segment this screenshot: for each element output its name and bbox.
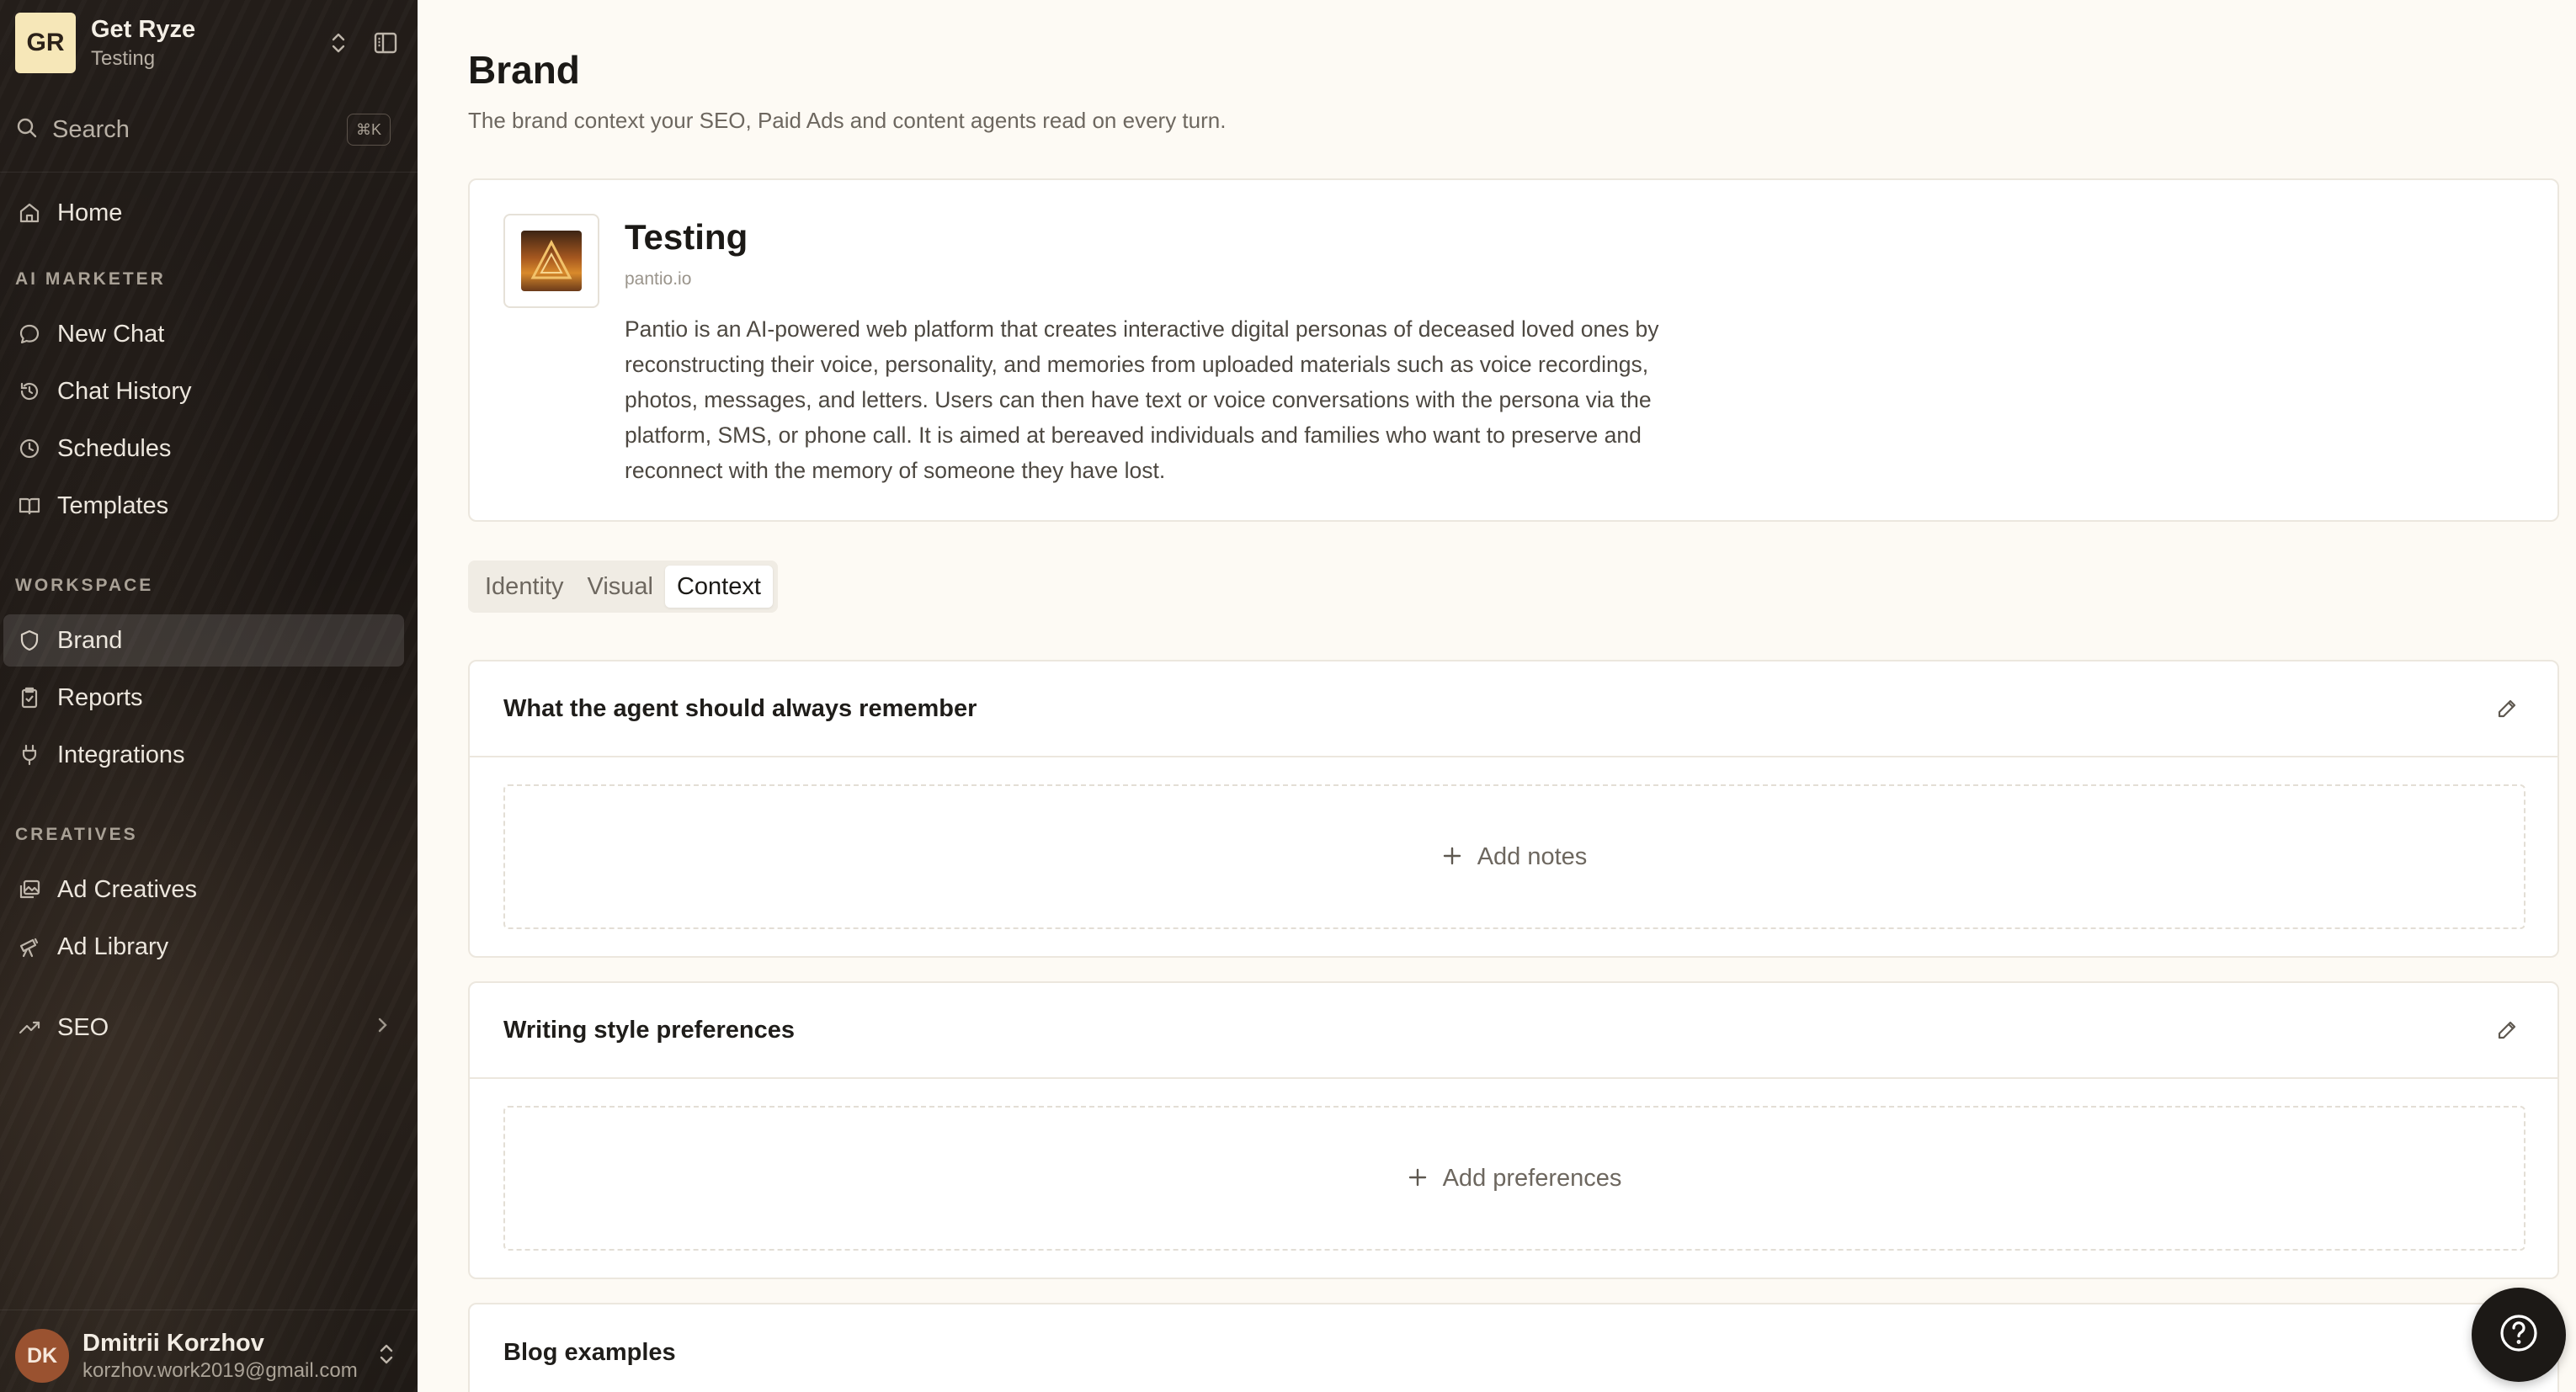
sidebar-item-ad-creatives[interactable]: Ad Creatives — [3, 863, 404, 916]
section-label-creatives: CREATIVES — [15, 825, 138, 844]
sidebar-item-label: SEO — [57, 1013, 109, 1041]
search-button[interactable]: Search ⌘K — [15, 109, 391, 150]
images-icon — [15, 875, 44, 904]
telescope-icon — [15, 932, 44, 961]
section-writing-style: Writing style preferences Add preference… — [468, 981, 2559, 1279]
plug-icon — [15, 741, 44, 769]
tab-visual[interactable]: Visual — [576, 566, 665, 608]
clipboard-check-icon — [15, 683, 44, 712]
chevron-up-down-icon[interactable] — [322, 26, 355, 60]
pencil-icon[interactable] — [2490, 1013, 2524, 1047]
brand-description: Pantio is an AI-powered web platform tha… — [625, 316, 1659, 483]
divider — [0, 172, 418, 173]
avatar: DK — [15, 1329, 69, 1383]
add-preferences-button[interactable]: Add preferences — [503, 1106, 2525, 1251]
tab-identity[interactable]: Identity — [473, 566, 576, 608]
page-subtitle: The brand context your SEO, Paid Ads and… — [468, 108, 1227, 133]
chevron-up-down-icon — [375, 1342, 397, 1371]
book-open-icon — [15, 491, 44, 520]
section-agent-memory: What the agent should always remember Ad… — [468, 660, 2559, 958]
sidebar-item-ad-library[interactable]: Ad Library — [3, 921, 404, 973]
add-notes-button[interactable]: Add notes — [503, 784, 2525, 929]
plus-icon — [1408, 1162, 1428, 1195]
history-icon — [15, 377, 44, 406]
workspace-subtitle: Testing — [91, 46, 156, 70]
shield-icon — [15, 626, 44, 655]
sidebar-item-home[interactable]: Home — [3, 187, 404, 239]
pencil-icon[interactable] — [2490, 692, 2524, 725]
search-label: Search — [52, 115, 130, 143]
chevron-right-icon — [374, 1014, 391, 1042]
sidebar-item-label: Brand — [57, 626, 123, 654]
chat-bubble-icon — [15, 320, 44, 348]
brand-domain: pantio.io — [625, 269, 692, 289]
section-title: Writing style preferences — [503, 1016, 795, 1044]
section-label-ai-marketer: AI MARKETER — [15, 269, 166, 289]
sidebar-item-label: Reports — [57, 683, 143, 711]
sidebar-toggle-icon[interactable] — [369, 26, 402, 60]
section-label-workspace: WORKSPACE — [15, 576, 154, 595]
sidebar-item-label: Integrations — [57, 741, 185, 768]
sidebar-item-label: Templates — [57, 491, 169, 519]
sidebar-item-reports[interactable]: Reports — [3, 672, 404, 724]
search-icon — [15, 116, 39, 144]
workspace-avatar: GR — [15, 13, 76, 73]
add-preferences-label: Add preferences — [1442, 1164, 1622, 1192]
brand-logo — [503, 214, 599, 308]
brand-tabs: Identity Visual Context — [468, 561, 778, 613]
user-email: korzhov.work2019@gmail.com — [82, 1358, 358, 1382]
help-button[interactable] — [2472, 1288, 2566, 1382]
add-notes-label: Add notes — [1477, 842, 1588, 870]
sidebar-item-chat-history[interactable]: Chat History — [3, 365, 404, 417]
search-shortcut: ⌘K — [347, 114, 391, 146]
page-title: Brand — [468, 48, 580, 92]
help-circle-icon — [2497, 1311, 2541, 1359]
sidebar-item-new-chat[interactable]: New Chat — [3, 308, 404, 360]
sidebar-item-label: Ad Library — [57, 932, 169, 960]
sidebar-item-label: Ad Creatives — [57, 875, 198, 903]
trending-up-icon — [15, 1013, 44, 1042]
brand-name: Testing — [625, 217, 748, 257]
plus-icon — [1442, 841, 1462, 874]
sidebar-item-templates[interactable]: Templates — [3, 480, 404, 532]
sidebar-item-brand[interactable]: Brand — [3, 614, 404, 667]
home-icon — [15, 199, 44, 227]
sidebar-item-schedules[interactable]: Schedules — [3, 422, 404, 475]
section-title: Blog examples — [503, 1338, 676, 1366]
sidebar: GR Get Ryze Testing Search ⌘K Home AI MA… — [0, 0, 418, 1392]
sidebar-item-label: New Chat — [57, 320, 165, 348]
user-name: Dmitrii Korzhov — [82, 1329, 264, 1357]
sidebar-item-integrations[interactable]: Integrations — [3, 729, 404, 781]
workspace-name: Get Ryze — [91, 15, 196, 43]
tab-context[interactable]: Context — [664, 566, 773, 608]
main-content: Brand The brand context your SEO, Paid A… — [418, 0, 2576, 1392]
user-menu[interactable]: DK Dmitrii Korzhov korzhov.work2019@gmai… — [15, 1320, 402, 1392]
section-blog-examples: Blog examples — [468, 1303, 2559, 1392]
sidebar-item-label: Chat History — [57, 377, 192, 405]
clock-icon — [15, 434, 44, 463]
sidebar-item-label: Schedules — [57, 434, 172, 462]
brand-logo-image — [521, 231, 582, 291]
workspace-switcher[interactable]: GR Get Ryze Testing — [15, 12, 402, 74]
section-title: What the agent should always remember — [503, 694, 977, 722]
sidebar-item-seo[interactable]: SEO — [3, 1001, 404, 1054]
brand-card: Testing pantio.io Pantio is an AI-powere… — [468, 178, 2559, 522]
sidebar-item-label: Home — [57, 199, 123, 226]
